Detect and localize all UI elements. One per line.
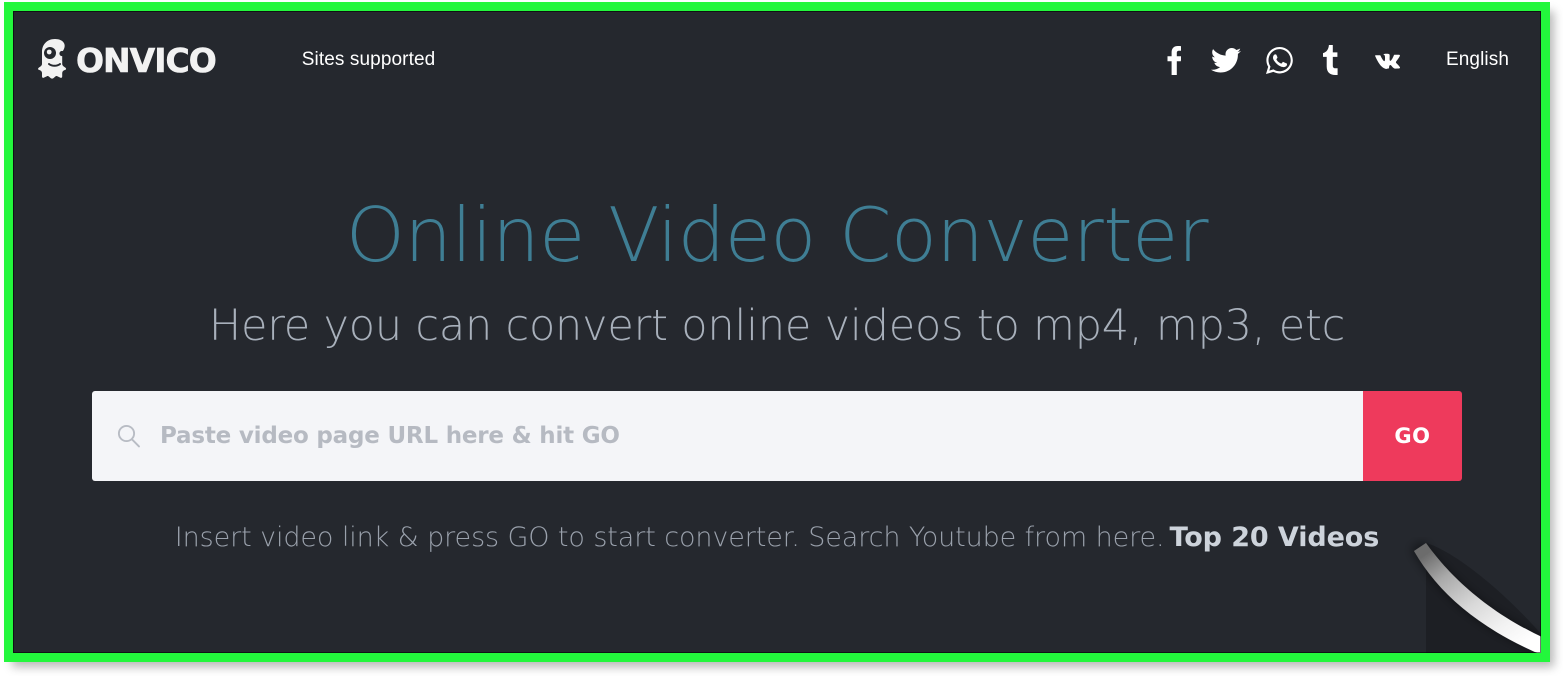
search-field[interactable] (92, 391, 1363, 482)
site-header: ONVICO Sites supported English (13, 11, 1541, 109)
search-icon (116, 423, 142, 449)
top-20-videos-link[interactable]: Top 20 Videos (1170, 522, 1380, 553)
url-search-form: GO (92, 391, 1462, 482)
nav-sites-supported[interactable]: Sites supported (302, 49, 436, 71)
hero-section: Online Video Converter Here you can conv… (13, 109, 1541, 653)
whatsapp-icon[interactable] (1253, 37, 1306, 83)
hero-hint-text: Insert video link & press GO to start co… (174, 522, 1165, 554)
onvico-page: ONVICO Sites supported English Online Vi… (13, 11, 1541, 653)
twitter-icon[interactable] (1200, 37, 1253, 83)
green-page-border: ONVICO Sites supported English Online Vi… (4, 2, 1550, 662)
brand-wordmark: ONVICO (76, 40, 217, 80)
header-right-group: English (1147, 37, 1515, 83)
tumblr-icon[interactable] (1306, 37, 1359, 83)
hero-hint: Insert video link & press GO to start co… (13, 522, 1541, 553)
facebook-icon[interactable] (1147, 37, 1200, 83)
language-selector[interactable]: English (1446, 49, 1509, 71)
social-links (1147, 37, 1412, 83)
brand-logo[interactable]: ONVICO (35, 37, 217, 84)
page-subtitle: Here you can convert online videos to mp… (208, 301, 1346, 351)
go-button[interactable]: GO (1363, 391, 1462, 482)
monster-mascot-icon (35, 37, 75, 84)
search-input[interactable] (160, 391, 1363, 482)
vk-icon[interactable] (1359, 37, 1412, 83)
screenshot-frame: ONVICO Sites supported English Online Vi… (0, 0, 1563, 676)
page-title: Online Video Converter (345, 191, 1209, 279)
